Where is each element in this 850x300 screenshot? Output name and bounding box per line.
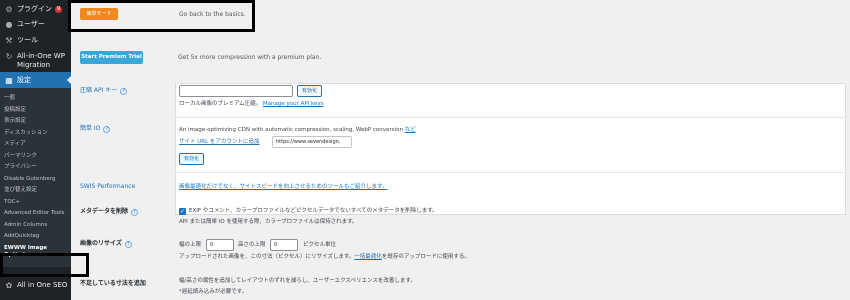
- api-key-description: ローカル画像のプレミアム圧縮。 Manage your API keys: [179, 101, 324, 107]
- wrench-icon: ⚒: [5, 36, 13, 45]
- remove-metadata-text: EXIF やコメント、カラープロファイルなどピクセルデータでないすべてのメタデー…: [189, 208, 438, 214]
- update-count-badge: 9: [55, 6, 62, 13]
- row-divider: [175, 172, 846, 173]
- premium-text: Get 5x more compression with a premium p…: [178, 54, 322, 61]
- submenu-item-admin-columns[interactable]: Admin Columns: [0, 220, 71, 232]
- easy-io-label: 簡単 IO?: [80, 125, 111, 133]
- submenu-item-addquicktag[interactable]: AddQuicktag: [0, 231, 71, 243]
- api-key-label: 圧縮 API キー?: [80, 87, 128, 95]
- seo-icon: ✿: [5, 281, 13, 290]
- help-icon[interactable]: ?: [103, 126, 111, 133]
- help-icon[interactable]: ?: [131, 209, 139, 216]
- submenu-item-general[interactable]: 一般: [0, 93, 71, 105]
- submenu-item-privacy[interactable]: プライバシー: [0, 162, 71, 174]
- metadata-note: API または簡単 IO を使用する際、カラープロファイルは保持されます。: [179, 219, 358, 225]
- submenu-item-toc[interactable]: TOC+: [0, 197, 71, 209]
- settings-icon: ▦: [5, 75, 13, 85]
- sidebar-item-plugins[interactable]: ⚙ プラグイン 9: [0, 5, 71, 14]
- easy-io-more-link[interactable]: など: [405, 127, 416, 133]
- api-key-activate-button[interactable]: 有効化: [297, 85, 322, 97]
- start-premium-trial-button[interactable]: Start Premium Trial: [80, 51, 143, 64]
- resize-note: アップロードされた画像を、この寸法（ピクセル）にリサイズします。一括最適化を既存…: [179, 254, 470, 260]
- missing-dimensions-label: 不足している寸法を追加: [80, 280, 146, 287]
- sidebar-item-tools[interactable]: ⚒ ツール: [0, 36, 71, 45]
- max-width-label: 幅の上限: [179, 242, 202, 248]
- swis-link[interactable]: 画像最適化だけでなく、サイトスピードを向上させるためのツールもご紹介します。: [179, 183, 387, 191]
- metadata-label: メタデータを削除?: [80, 208, 139, 216]
- user-icon: ●: [5, 20, 13, 29]
- max-height-label: 高さの上限: [238, 242, 266, 248]
- site-url-field[interactable]: https://www.sevendesign.: [272, 136, 352, 148]
- submenu-item-reading[interactable]: 表示設定: [0, 116, 71, 128]
- sidebar-item-migration[interactable]: ↻ All-in-One WP Migration: [0, 52, 71, 70]
- plugin-icon: ⚙: [5, 5, 13, 14]
- submenu-item-permalinks[interactable]: パーマリンク: [0, 151, 71, 163]
- sidebar-item-users[interactable]: ● ユーザー: [0, 20, 71, 29]
- manage-api-keys-link[interactable]: Manage your API keys: [263, 101, 324, 107]
- max-width-input[interactable]: 0: [206, 239, 234, 251]
- swis-label: SWIS Performance: [80, 183, 136, 190]
- resize-label: 画像のリサイズ?: [80, 240, 132, 248]
- help-icon[interactable]: ?: [120, 88, 128, 95]
- remove-metadata-checkbox[interactable]: ✓: [179, 208, 186, 215]
- submenu-item-writing[interactable]: 投稿設定: [0, 105, 71, 117]
- submenu-item-discussion[interactable]: ディスカッション: [0, 128, 71, 140]
- submenu-item-media[interactable]: メディア: [0, 139, 71, 151]
- easy-io-description: An image-optimizing CDN with automatic c…: [179, 127, 416, 133]
- settings-submenu: 一般 投稿設定 表示設定 ディスカッション メディア パーマリンク プライバシー…: [0, 88, 71, 267]
- sidebar-item-settings[interactable]: ▦ 設定: [0, 72, 71, 88]
- pixel-unit-text: ピクセル単位: [303, 242, 337, 248]
- submenu-item-sort-settings[interactable]: 並び替え設定: [0, 185, 71, 197]
- api-key-input[interactable]: [179, 85, 293, 97]
- main-content: 簡単モード Go back to the basics. Start Premi…: [68, 0, 850, 300]
- max-height-input[interactable]: 0: [270, 239, 298, 251]
- help-icon[interactable]: ?: [124, 241, 132, 248]
- missing-dimensions-description: 幅/高さの属性を追加してレイアウトのずれを減らし、ユーザーエクスペリエンスを改善…: [179, 278, 416, 284]
- row-divider: [175, 117, 846, 118]
- sidebar-item-aioseo[interactable]: ✿ All in One SEO: [0, 281, 71, 290]
- bulk-optimize-link[interactable]: 一括最適化: [354, 254, 382, 260]
- highlight-frame-easy-mode: [68, 0, 255, 32]
- easy-io-activate-button[interactable]: 有効化: [179, 153, 204, 165]
- add-site-url-link[interactable]: サイト URL をアカウントに追加: [179, 138, 259, 146]
- submenu-item-disable-gutenberg[interactable]: Disable Gutenberg: [0, 174, 71, 186]
- migration-icon: ↻: [5, 52, 13, 61]
- submenu-item-advanced-editor-tools[interactable]: Advanced Editor Tools: [0, 208, 71, 220]
- lazy-load-note: *遅延読み込みが必要です。: [179, 289, 248, 295]
